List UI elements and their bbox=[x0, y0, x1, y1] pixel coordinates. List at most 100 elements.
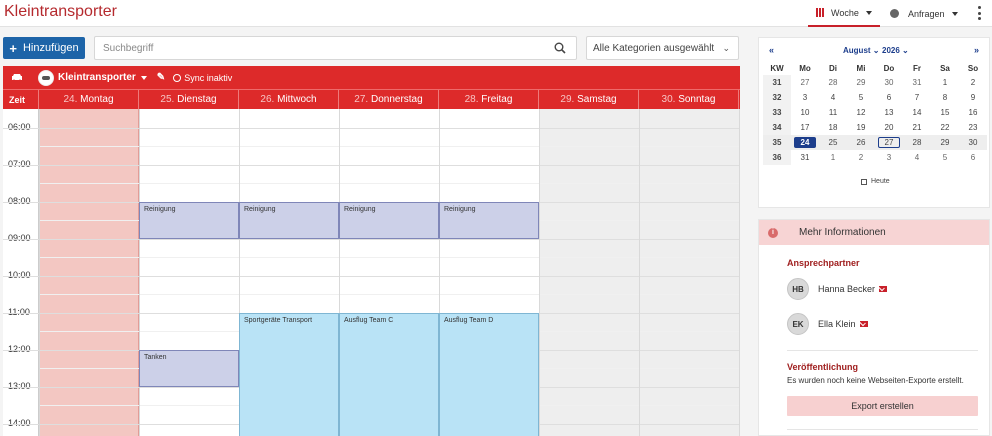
day-cell[interactable]: 3 bbox=[875, 150, 903, 165]
day-cell[interactable]: 10 bbox=[791, 105, 819, 120]
requests-menu[interactable]: Anfragen bbox=[890, 0, 958, 27]
day-cell[interactable]: 13 bbox=[875, 105, 903, 120]
weekday-header: Do bbox=[883, 64, 895, 73]
search-input[interactable] bbox=[103, 41, 543, 55]
day-cell[interactable]: 6 bbox=[959, 150, 987, 165]
day-cell[interactable]: 12 bbox=[847, 105, 875, 120]
day-cell[interactable]: 5 bbox=[931, 150, 959, 165]
day-cell[interactable]: 11 bbox=[819, 105, 847, 120]
info-panel-header[interactable]: i Mehr Informationen bbox=[759, 220, 989, 245]
chevron-down-icon: ⌄ bbox=[722, 43, 730, 53]
column-line bbox=[739, 109, 740, 436]
search-icon[interactable] bbox=[554, 42, 566, 54]
day-cell[interactable]: 28 bbox=[903, 135, 931, 150]
calendar-event[interactable]: Reinigung bbox=[439, 202, 539, 239]
day-cell[interactable]: 19 bbox=[847, 120, 875, 135]
calendar-event[interactable]: Sportgeräte Transport bbox=[239, 313, 339, 436]
day-header-saturday[interactable]: 29. Samstag bbox=[539, 90, 639, 109]
month-select[interactable]: August ⌄ bbox=[843, 46, 880, 55]
day-cell[interactable]: 31 bbox=[903, 75, 931, 90]
chevron-down-icon[interactable] bbox=[140, 75, 147, 80]
day-cell[interactable]: 30 bbox=[959, 135, 987, 150]
day-header-wednesday[interactable]: 26. Mittwoch bbox=[239, 90, 339, 109]
week-number[interactable]: 32 bbox=[763, 90, 791, 105]
time-label: 14:00 bbox=[8, 418, 31, 428]
calendar-event[interactable]: Ausflug Team D bbox=[439, 313, 539, 436]
week-number[interactable]: 31 bbox=[763, 75, 791, 90]
day-cell[interactable]: 30 bbox=[875, 75, 903, 90]
day-header-thursday[interactable]: 27. Donnerstag bbox=[339, 90, 439, 109]
day-cell[interactable]: 31 bbox=[791, 150, 819, 165]
mini-calendar-header-row: KW Mo Di Mi Do Fr Sa So bbox=[763, 62, 987, 75]
time-label: 09:00 bbox=[8, 233, 31, 243]
weekday-header: Sa bbox=[940, 64, 950, 73]
day-cell[interactable]: 3 bbox=[791, 90, 819, 105]
day-cell[interactable]: 1 bbox=[819, 150, 847, 165]
day-cell[interactable]: 23 bbox=[959, 120, 987, 135]
day-header-row: Zeit 24. Montag 25. Dienstag 26. Mittwoc… bbox=[3, 89, 740, 109]
day-cell[interactable]: 6 bbox=[875, 90, 903, 105]
day-cell[interactable]: 21 bbox=[903, 120, 931, 135]
day-cell[interactable]: 27 bbox=[791, 75, 819, 90]
day-header-sunday[interactable]: 30. Sonntag bbox=[639, 90, 739, 109]
contact-item: HB Hanna Becker bbox=[787, 278, 888, 300]
day-cell[interactable]: 14 bbox=[903, 105, 931, 120]
mini-calendar: « August ⌄ 2026 ⌄ » KW Mo Di Mi Do Fr Sa So 31 27… bbox=[758, 37, 990, 208]
day-cell[interactable]: 25 bbox=[819, 135, 847, 150]
day-cell[interactable]: 15 bbox=[931, 105, 959, 120]
week-number[interactable]: 36 bbox=[763, 150, 791, 165]
info-panel: i Mehr Informationen Ansprechpartner HB … bbox=[758, 219, 990, 436]
day-cell[interactable]: 4 bbox=[903, 150, 931, 165]
day-cell[interactable]: 2 bbox=[847, 150, 875, 165]
weekday-header: KW bbox=[770, 64, 784, 73]
day-cell[interactable]: 8 bbox=[931, 90, 959, 105]
time-grid[interactable]: 06:00 07:00 08:00 09:00 10:00 11:00 12:00 13:00… bbox=[3, 109, 740, 436]
day-cell[interactable]: 29 bbox=[931, 135, 959, 150]
time-label: 06:00 bbox=[8, 122, 31, 132]
day-cell[interactable]: 24 bbox=[791, 135, 819, 150]
calendar-event[interactable]: Reinigung bbox=[339, 202, 439, 239]
day-cell[interactable]: 4 bbox=[819, 90, 847, 105]
day-cell[interactable]: 27 bbox=[875, 135, 903, 150]
day-header-tuesday[interactable]: 25. Dienstag bbox=[139, 90, 239, 109]
calendar-event[interactable]: Reinigung bbox=[139, 202, 239, 239]
week-row: 31 27 28 29 30 31 1 2 bbox=[763, 75, 987, 90]
week-number[interactable]: 34 bbox=[763, 120, 791, 135]
calendar-event[interactable]: Reinigung bbox=[239, 202, 339, 239]
calendar-event[interactable]: Ausflug Team C bbox=[339, 313, 439, 436]
day-cell[interactable]: 7 bbox=[903, 90, 931, 105]
year-select[interactable]: 2026 ⌄ bbox=[882, 46, 909, 55]
add-button[interactable]: + Hinzufügen bbox=[3, 37, 85, 59]
sync-status[interactable]: Sync inaktiv bbox=[173, 73, 232, 83]
day-cell[interactable]: 18 bbox=[819, 120, 847, 135]
day-cell[interactable]: 29 bbox=[847, 75, 875, 90]
view-switch-week[interactable]: Woche bbox=[808, 0, 880, 27]
day-cell[interactable]: 20 bbox=[875, 120, 903, 135]
mail-icon[interactable] bbox=[859, 321, 868, 327]
day-cell[interactable]: 9 bbox=[959, 90, 987, 105]
calendar-event[interactable]: Tanken bbox=[139, 350, 239, 387]
day-cell[interactable]: 16 bbox=[959, 105, 987, 120]
day-cell[interactable]: 17 bbox=[791, 120, 819, 135]
today-button[interactable]: Heute bbox=[861, 178, 890, 185]
day-header-friday[interactable]: 28. Freitag bbox=[439, 90, 539, 109]
mail-icon[interactable] bbox=[879, 286, 888, 292]
resource-name[interactable]: Kleintransporter bbox=[58, 72, 136, 83]
next-month-button[interactable]: » bbox=[974, 45, 979, 55]
day-header-monday[interactable]: 24. Montag bbox=[39, 90, 139, 109]
prev-month-button[interactable]: « bbox=[769, 45, 774, 55]
chevron-down-icon bbox=[865, 10, 872, 15]
day-cell[interactable]: 2 bbox=[959, 75, 987, 90]
week-number[interactable]: 35 bbox=[763, 135, 791, 150]
day-cell[interactable]: 5 bbox=[847, 90, 875, 105]
day-cell[interactable]: 28 bbox=[819, 75, 847, 90]
day-cell[interactable]: 26 bbox=[847, 135, 875, 150]
day-cell[interactable]: 22 bbox=[931, 120, 959, 135]
avatar: EK bbox=[787, 313, 809, 335]
week-number[interactable]: 33 bbox=[763, 105, 791, 120]
export-button[interactable]: Export erstellen bbox=[787, 396, 978, 416]
more-menu-icon[interactable] bbox=[977, 6, 981, 20]
edit-icon[interactable]: ✎ bbox=[157, 72, 165, 83]
category-select[interactable]: Alle Kategorien ausgewählt ⌄ bbox=[586, 36, 739, 60]
day-cell[interactable]: 1 bbox=[931, 75, 959, 90]
